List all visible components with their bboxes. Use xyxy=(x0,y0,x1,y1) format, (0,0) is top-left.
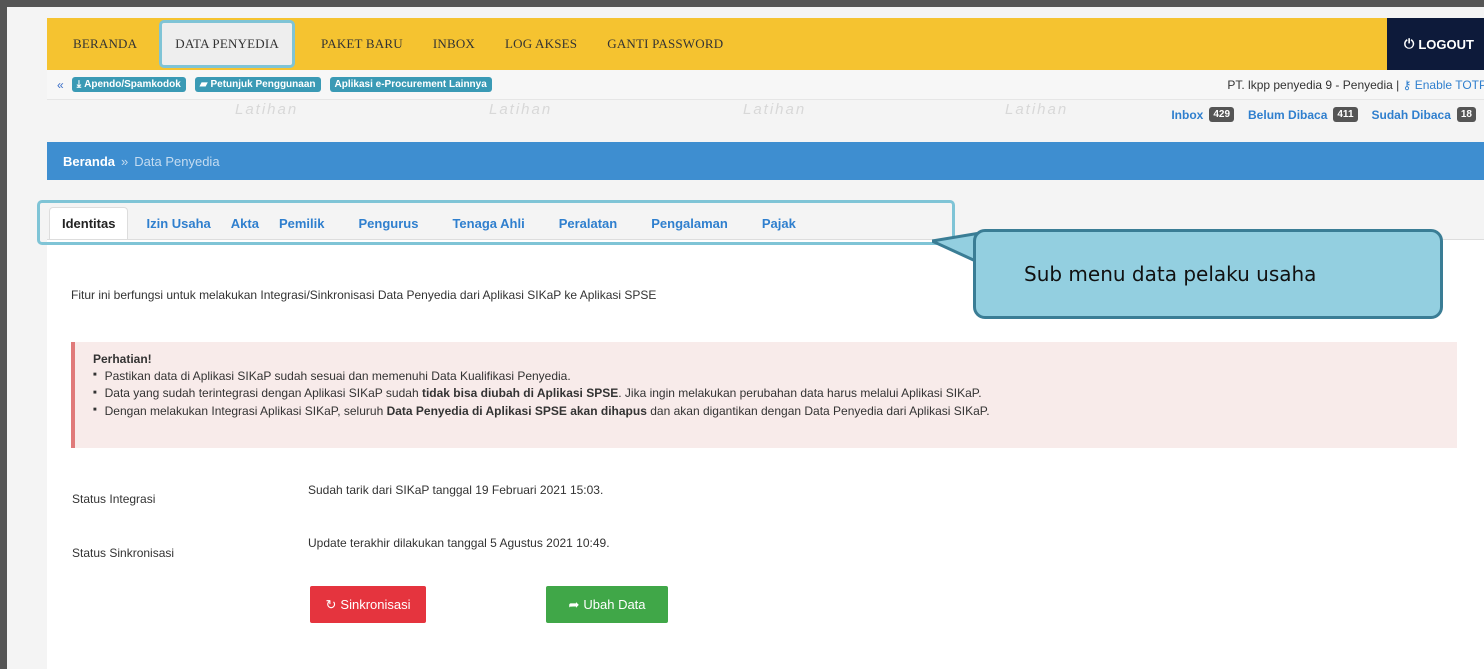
callout-annotation: Sub menu data pelaku usaha xyxy=(973,229,1443,319)
unread-link[interactable]: Belum Dibaca xyxy=(1248,108,1327,122)
alert-item: Pastikan data di Aplikasi SIKaP sudah se… xyxy=(93,368,1439,385)
breadcrumb-current: Data Penyedia xyxy=(134,153,220,169)
refresh-icon: ↻ xyxy=(325,596,337,612)
status-sinkronisasi-value: Update terakhir dilakukan tanggal 5 Agus… xyxy=(308,536,610,550)
inbox-count: 429 xyxy=(1209,107,1235,122)
tabs-highlight-box xyxy=(37,200,955,245)
ubah-data-button[interactable]: ➦ Ubah Data xyxy=(546,586,668,623)
nav-beranda[interactable]: BERANDA xyxy=(69,18,141,70)
apendo-label: Apendo/Spamkodok xyxy=(84,79,181,90)
nav-ganti-password[interactable]: GANTI PASSWORD xyxy=(603,18,727,70)
status-integrasi-value: Sudah tarik dari SIKaP tanggal 19 Februa… xyxy=(308,483,604,497)
eproc-link[interactable]: Aplikasi e-Procurement Lainnya xyxy=(329,77,492,92)
inbox-link[interactable]: Inbox xyxy=(1171,108,1203,122)
status-integrasi-label: Status Integrasi xyxy=(72,492,156,506)
power-icon: ⏻ xyxy=(1404,36,1415,51)
breadcrumb-home[interactable]: Beranda xyxy=(63,154,115,169)
callout-text: Sub menu data pelaku usaha xyxy=(1024,262,1317,286)
sinkronisasi-button[interactable]: ↻ Sinkronisasi xyxy=(310,586,426,623)
breadcrumb-separator: » xyxy=(121,153,129,169)
breadcrumb: Beranda » Data Penyedia xyxy=(47,142,1484,180)
watermark: Latihan xyxy=(743,101,807,118)
nav-data-penyedia[interactable]: DATA PENYEDIA xyxy=(159,20,295,68)
logout-label: LOGOUT xyxy=(1418,36,1474,52)
petunjuk-label: Petunjuk Penggunaan xyxy=(210,79,316,90)
nav-paket-baru[interactable]: PAKET BARU xyxy=(317,18,407,70)
alert-item: Dengan melakukan Integrasi Aplikasi SIKa… xyxy=(93,403,1439,420)
user-info: PT. lkpp penyedia 9 - Penyedia | ⚷ Enabl… xyxy=(1227,78,1484,92)
logout-button[interactable]: ⏻ LOGOUT xyxy=(1387,18,1484,70)
enable-totp-link[interactable]: ⚷ Enable TOTP xyxy=(1403,78,1484,92)
read-count: 18 xyxy=(1456,107,1476,122)
user-name: PT. lkpp penyedia 9 - Penyedia | xyxy=(1227,78,1400,92)
alert-item: Data yang sudah terintegrasi dengan Apli… xyxy=(93,385,1439,402)
chevron-up-icon[interactable]: « xyxy=(57,78,64,92)
nav-inbox[interactable]: INBOX xyxy=(429,18,479,70)
app-window: BERANDA DATA PENYEDIA PAKET BARU INBOX L… xyxy=(0,0,1484,669)
apendo-link[interactable]: ⤓ Apendo/Spamkodok xyxy=(71,77,186,92)
enable-totp-label: Enable TOTP xyxy=(1414,78,1484,92)
unread-count: 411 xyxy=(1333,107,1358,122)
read-link[interactable]: Sudah Dibaca xyxy=(1372,108,1451,122)
watermark: Latihan xyxy=(235,101,299,118)
top-navbar: BERANDA DATA PENYEDIA PAKET BARU INBOX L… xyxy=(47,18,1484,70)
watermark: Latihan xyxy=(489,101,553,118)
sinkronisasi-label: Sinkronisasi xyxy=(340,597,411,612)
status-sinkronisasi-label: Status Sinkronisasi xyxy=(72,546,175,560)
download-icon: ⤓ xyxy=(76,79,82,90)
alert-title: Perhatian! xyxy=(93,352,152,366)
book-icon: ▰ xyxy=(199,79,208,90)
petunjuk-link[interactable]: ▰ Petunjuk Penggunaan xyxy=(194,77,321,92)
quick-links-bar: « ⤓ Apendo/Spamkodok ▰ Petunjuk Pengguna… xyxy=(47,70,1484,100)
intro-text: Fitur ini berfungsi untuk melakukan Inte… xyxy=(71,288,657,302)
share-arrow-icon: ➦ xyxy=(568,596,580,612)
eproc-label: Aplikasi e-Procurement Lainnya xyxy=(334,79,487,90)
key-icon: ⚷ xyxy=(1402,78,1412,92)
inbox-summary: Inbox 429 Belum Dibaca 411 Sudah Dibaca … xyxy=(1171,107,1484,122)
nav-log-akses[interactable]: LOG AKSES xyxy=(501,18,581,70)
warning-alert: Perhatian! Pastikan data di Aplikasi SIK… xyxy=(71,342,1457,448)
watermark: Latihan xyxy=(1005,101,1069,118)
ubah-data-label: Ubah Data xyxy=(583,597,646,612)
